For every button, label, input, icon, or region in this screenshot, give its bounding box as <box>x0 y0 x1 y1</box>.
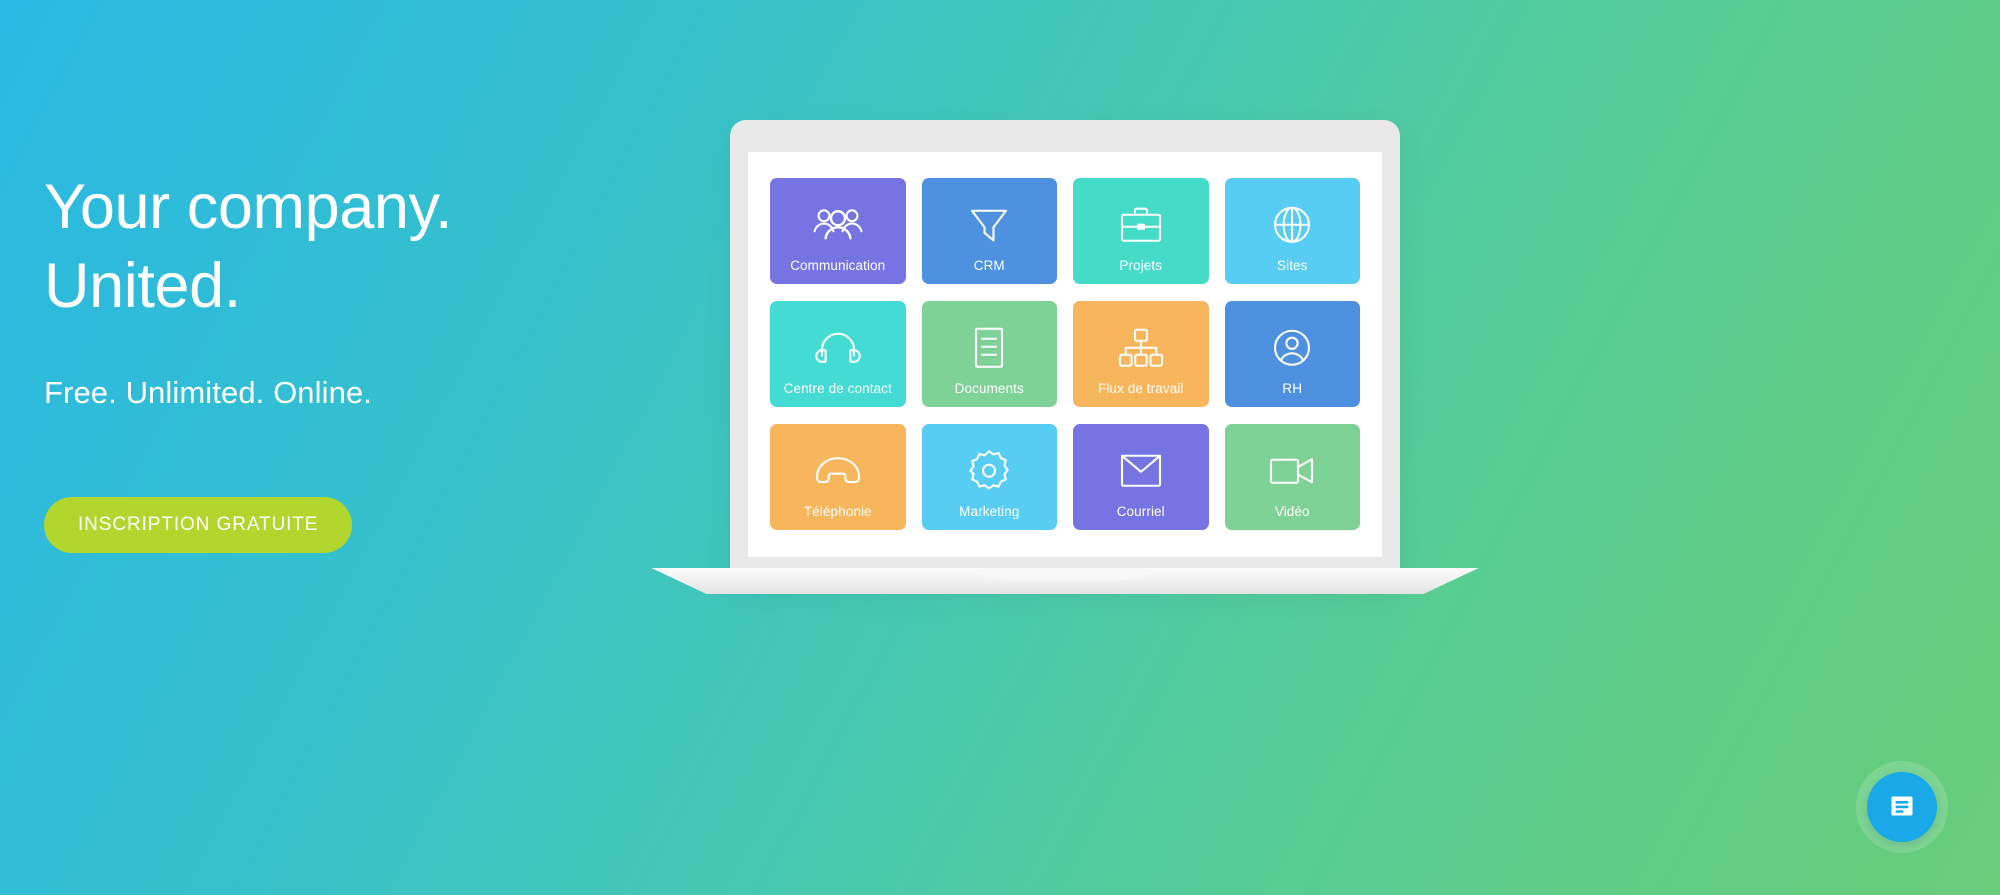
gear-icon <box>963 445 1015 497</box>
chat-widget[interactable] <box>1856 761 1948 853</box>
app-tile-globe[interactable]: Sites <box>1224 178 1360 284</box>
envelope-icon <box>1115 445 1167 497</box>
chat-document-icon <box>1887 791 1917 824</box>
app-tile-user-circle[interactable]: RH <box>1224 301 1360 407</box>
app-tile-funnel[interactable]: CRM <box>921 178 1057 284</box>
open-chat-button[interactable] <box>1867 772 1937 842</box>
app-tile-label: Courriel <box>1116 503 1165 519</box>
app-tile-video-camera[interactable]: Vidéo <box>1224 424 1360 530</box>
laptop-screen: Communication CRM Projets Sites Centre de co… <box>748 152 1382 557</box>
laptop-lid: Communication CRM Projets Sites Centre de co… <box>730 120 1400 585</box>
app-tile-people-group[interactable]: Communication <box>770 178 906 284</box>
app-tile-label: Projets <box>1119 257 1163 273</box>
app-tile-briefcase[interactable]: Projets <box>1073 178 1209 284</box>
signup-free-button[interactable]: INSCRIPTION GRATUITE <box>44 496 353 553</box>
app-tile-label: Téléphonie <box>803 503 872 519</box>
app-tile-label: Communication <box>790 257 886 273</box>
document-icon <box>963 322 1015 374</box>
hero-section: Your company. United. Free. Unlimited. O… <box>0 0 2000 895</box>
app-tile-document[interactable]: Documents <box>921 301 1057 407</box>
app-tile-label: Vidéo <box>1274 503 1310 519</box>
video-camera-icon <box>1266 445 1318 497</box>
cta-wrapper: INSCRIPTION GRATUITE <box>44 411 704 553</box>
app-tile-label: Documents <box>954 380 1024 396</box>
hero-subtitle: Free. Unlimited. Online. <box>44 374 373 410</box>
laptop-mockup: Communication CRM Projets Sites Centre de co… <box>650 120 1480 594</box>
app-tile-envelope[interactable]: Courriel <box>1073 424 1209 530</box>
app-tile-label: CRM <box>973 257 1005 273</box>
app-tile-org-chart[interactable]: Flux de travail <box>1073 301 1209 407</box>
globe-icon <box>1266 199 1318 251</box>
app-tile-label: Sites <box>1276 257 1308 273</box>
headset-icon <box>812 322 864 374</box>
page-title-line-2: United. <box>44 251 241 322</box>
app-tile-grid: Communication CRM Projets Sites Centre de co… <box>770 178 1360 530</box>
hero-copy: Your company. United. Free. Unlimited. O… <box>44 168 704 553</box>
user-circle-icon <box>1266 322 1318 374</box>
app-tile-label: Flux de travail <box>1097 380 1184 396</box>
org-chart-icon <box>1115 322 1167 374</box>
page-title-line-1: Your company. <box>44 172 453 242</box>
app-tile-phone-handset[interactable]: Téléphonie <box>770 424 906 530</box>
phone-handset-icon <box>812 445 864 497</box>
app-tile-label: RH <box>1282 380 1303 396</box>
app-tile-headset[interactable]: Centre de contact <box>770 301 906 407</box>
laptop-base-notch <box>977 569 1153 581</box>
briefcase-icon <box>1115 199 1167 251</box>
app-tile-gear[interactable]: Marketing <box>921 424 1057 530</box>
app-tile-label: Centre de contact <box>783 380 892 396</box>
people-group-icon <box>812 199 864 251</box>
app-tile-label: Marketing <box>959 503 1020 519</box>
funnel-icon <box>963 199 1015 251</box>
